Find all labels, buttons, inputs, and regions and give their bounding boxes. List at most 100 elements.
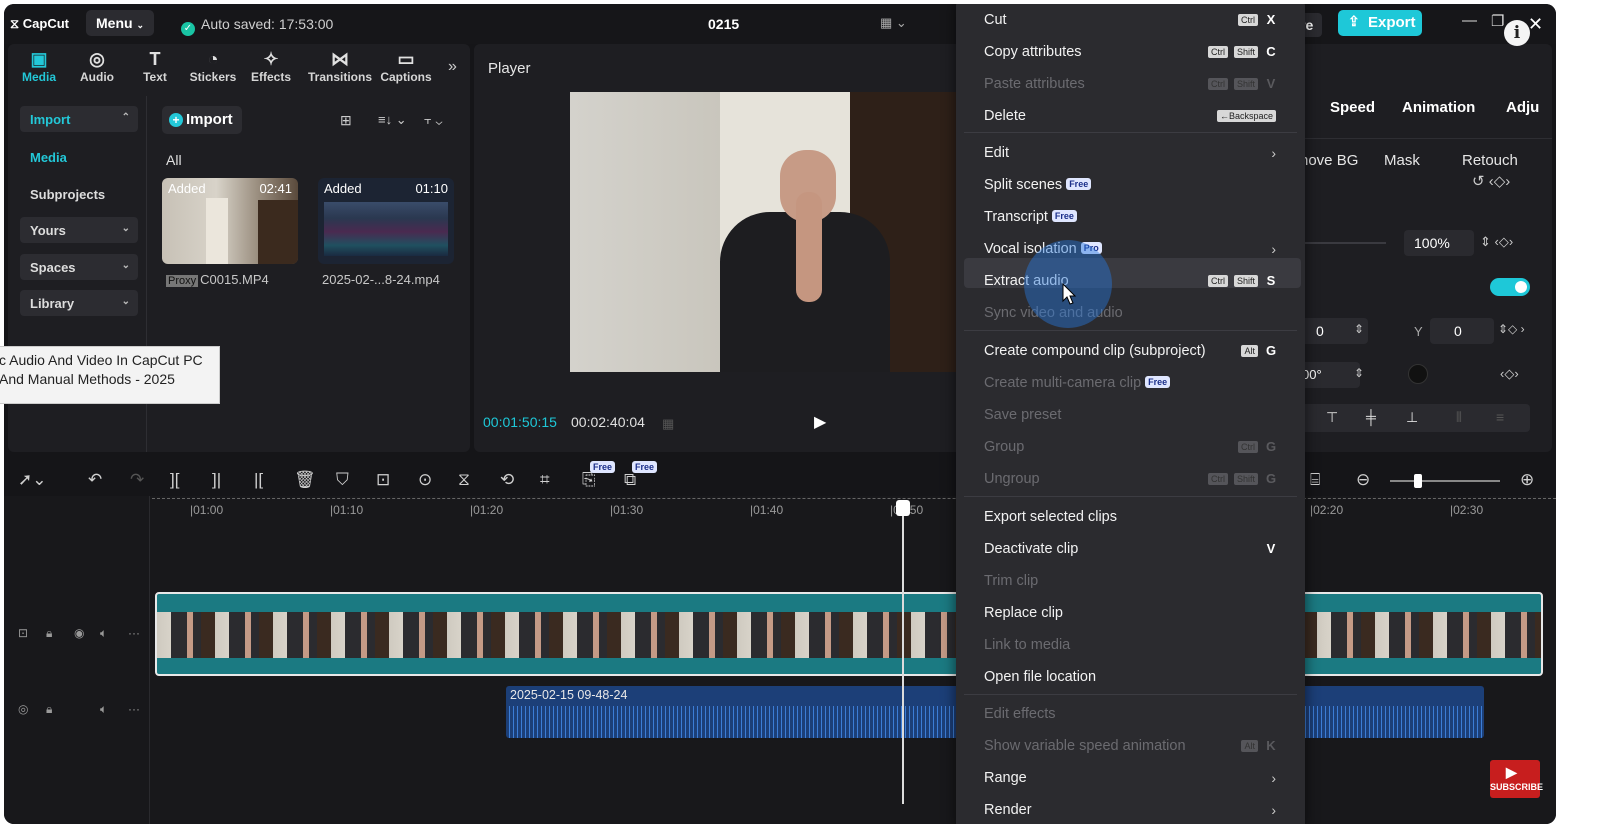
sort-icon[interactable]: ≡↓ ⌄ [378,112,407,128]
more-icon[interactable]: ··· [128,626,140,640]
split-icon[interactable]: ][ [170,470,179,490]
info-icon[interactable]: i [1504,20,1530,46]
keyframe-icon[interactable]: ‹◇› [1500,366,1519,382]
distribute-icon[interactable]: ⫴ [1456,409,1462,426]
zoom-in-icon[interactable]: ⊕ [1520,470,1534,490]
undo-icon[interactable]: ↶ [88,470,102,490]
filter-all[interactable]: All [166,152,182,168]
tab-speed[interactable]: Speed [1330,99,1375,116]
menu-item-create-multi-camera-clip[interactable]: Create multi-camera clip Free [984,369,1294,397]
toggle-switch[interactable] [1490,278,1530,296]
playhead[interactable] [902,504,904,804]
menu-item-ungroup[interactable]: Ungroup Ctrl Shift G [984,465,1294,493]
tab-transitions[interactable]: ⋈ Transitions [308,48,372,84]
tab-adjustment[interactable]: Adju [1506,99,1552,116]
menu-item-split-scenes[interactable]: Split scenes Free [984,171,1294,199]
keyframe-icon[interactable]: ⇕ ‹◇› [1480,234,1513,250]
sidebar-item-yours[interactable]: Yours ⌄ [20,217,138,243]
lock-icon[interactable]: 🔒︎ [46,702,52,717]
playhead-handle[interactable] [896,500,910,516]
menu-item-render[interactable]: Render › [984,796,1294,824]
media-item[interactable]: Added 01:10 [318,178,454,264]
tab-mask[interactable]: Mask [1384,152,1420,169]
rotation-dial[interactable] [1408,364,1428,384]
rotate-icon[interactable]: ⟲ [500,470,514,490]
tab-captions[interactable]: ▭ Captions [376,48,436,84]
align-middle-icon[interactable]: ╪ [1366,409,1376,425]
lock-icon[interactable]: 🔒︎ [46,626,52,641]
keyframe-icon[interactable]: ⇕◇ › [1498,322,1525,336]
menu-button[interactable]: Menu ⌄ [86,10,154,36]
sidebar-item-import[interactable]: Import ⌃ [20,106,138,132]
filter-icon[interactable]: ⫟ ⌄ [424,112,443,128]
menu-item-edit-effects[interactable]: Edit effects [984,700,1294,728]
auto-caption-icon[interactable]: ⎘ [582,470,596,490]
tab-audio[interactable]: ◎ Audio [68,48,126,84]
preview-axis-icon[interactable]: ⌸ [1310,470,1320,490]
stepper-icon[interactable]: ⇕ [1354,322,1364,336]
menu-item-edit[interactable]: Edit › [984,139,1294,167]
tab-effects[interactable]: ✧ Effects [242,48,300,84]
split-left-icon[interactable]: ]| [212,470,221,490]
delete-icon[interactable]: 🗑︎ [294,470,316,490]
sidebar-item-spaces[interactable]: Spaces ⌄ [20,254,138,280]
tab-text[interactable]: T Text [126,48,184,84]
mirror-icon[interactable]: ⧖ [458,470,470,490]
align-top-icon[interactable]: ⊤ [1326,409,1338,426]
tab-retouch[interactable]: Retouch [1462,152,1518,169]
zoom-slider-handle[interactable] [1414,474,1422,488]
layout-icon[interactable]: ▦ ⌄ [880,15,907,31]
timeline-grid-icon[interactable]: ▦ [662,416,674,432]
grid-view-icon[interactable]: ⊞ [340,112,352,129]
menu-item-transcript[interactable]: Transcript Free [984,203,1294,231]
maximize-icon[interactable]: ❐ [1491,12,1504,30]
split-right-icon[interactable]: |[ [254,470,263,490]
more-icon[interactable]: ··· [128,702,140,716]
menu-item-link-to-media[interactable]: Link to media [984,631,1294,659]
stepper-icon[interactable]: ⇕ [1354,366,1364,380]
crop-icon[interactable]: ⌗ [540,470,550,490]
distribute-icon[interactable]: ≡ [1496,409,1504,425]
import-button[interactable]: + Import [162,106,242,134]
menu-item-copy-attributes[interactable]: Copy attributes Ctrl Shift C [984,38,1294,66]
scale-input[interactable]: 100% [1404,230,1474,256]
close-icon[interactable]: ✕ [1528,14,1543,35]
menu-item-create-compound-clip[interactable]: Create compound clip (subproject) Alt G [984,337,1294,365]
scene-split-icon[interactable]: ⧉ [624,470,636,490]
zoom-out-icon[interactable]: ⊖ [1356,470,1370,490]
reset-icon[interactable]: ↺ ‹◇› [1472,172,1510,190]
redo-icon[interactable]: ↷ [130,470,144,490]
shield-icon[interactable]: ⛉ [336,470,349,490]
menu-item-open-file-location[interactable]: Open file location [984,663,1294,691]
menu-item-range[interactable]: Range › [984,764,1294,792]
tab-stickers[interactable]: ◔ Stickers [184,48,242,84]
menu-item-show-variable-speed[interactable]: Show variable speed animation Alt K [984,732,1294,760]
subscribe-badge[interactable]: ▶ SUBSCRIBE [1490,760,1543,798]
scale-slider[interactable] [1300,242,1386,244]
position-y-input[interactable]: 0 [1430,318,1494,344]
menu-item-cut[interactable]: Cut Ctrl X [984,6,1294,34]
menu-item-export-selected-clips[interactable]: Export selected clips [984,503,1294,531]
menu-item-deactivate-clip[interactable]: Deactivate clip V [984,535,1294,563]
tab-media[interactable]: ▣ Media [10,48,68,84]
volume-icon[interactable]: 🔈︎ [100,702,107,717]
rotation-input[interactable]: 00° [1300,362,1360,388]
minimize-icon[interactable]: — [1462,12,1477,29]
select-cursor-icon[interactable]: ➚⌄ [18,470,47,490]
align-bottom-icon[interactable]: ⊥ [1406,409,1418,426]
freeze-icon[interactable]: ⊡ [376,470,390,490]
media-item[interactable]: Added 02:41 [162,178,298,264]
sidebar-item-library[interactable]: Library ⌄ [20,290,138,316]
tab-animation[interactable]: Animation [1402,99,1475,116]
menu-item-paste-attributes[interactable]: Paste attributes Ctrl Shift V [984,70,1294,98]
menu-item-group[interactable]: Group Ctrl G [984,433,1294,461]
export-button[interactable]: ⇪ Export [1338,10,1422,36]
more-tabs-icon[interactable]: » [448,58,457,76]
menu-item-trim-clip[interactable]: Trim clip [984,567,1294,595]
reverse-icon[interactable]: ⊙ [418,470,432,490]
zoom-slider[interactable] [1390,474,1500,488]
video-preview[interactable] [570,92,956,372]
eye-icon[interactable]: ◉ [74,626,84,640]
menu-item-save-preset[interactable]: Save preset [984,401,1294,429]
sidebar-item-media[interactable]: Media [20,144,138,170]
